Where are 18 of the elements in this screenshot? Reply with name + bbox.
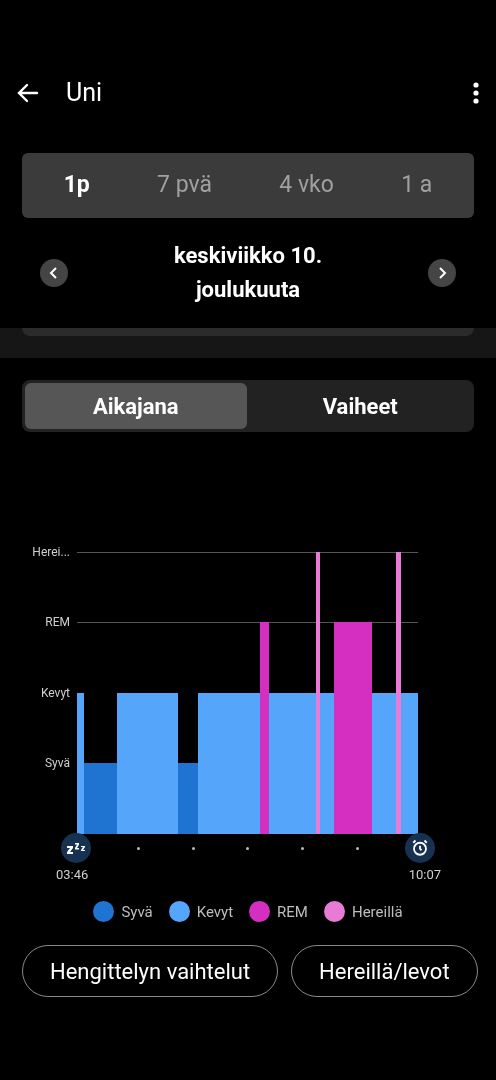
- period-tab[interactable]: 7 pvä: [149, 168, 220, 203]
- page-title: Uni: [66, 77, 103, 110]
- stage-label: Herei...: [32, 544, 70, 561]
- end-time: 10:07: [408, 866, 441, 884]
- legend-label: Kevyt: [196, 901, 234, 923]
- start-time: 03:46: [56, 866, 89, 884]
- period-tab[interactable]: 1 a: [393, 168, 441, 203]
- view-tab[interactable]: Vaiheet: [249, 383, 471, 429]
- view-tab[interactable]: Aikajana: [25, 383, 247, 429]
- stage-label: Kevyt: [40, 684, 70, 702]
- stage-label: Syvä: [44, 754, 70, 772]
- stage-label: REM: [45, 614, 70, 632]
- date-label: keskiviikko 10. joulukuuta: [172, 242, 324, 304]
- legend-label: Syvä: [121, 901, 153, 923]
- period-tab[interactable]: 4 vko: [271, 168, 342, 203]
- period-tab[interactable]: 1p: [55, 168, 98, 203]
- legend-label: REM: [277, 901, 308, 923]
- legend-label: Hereillä: [351, 901, 403, 923]
